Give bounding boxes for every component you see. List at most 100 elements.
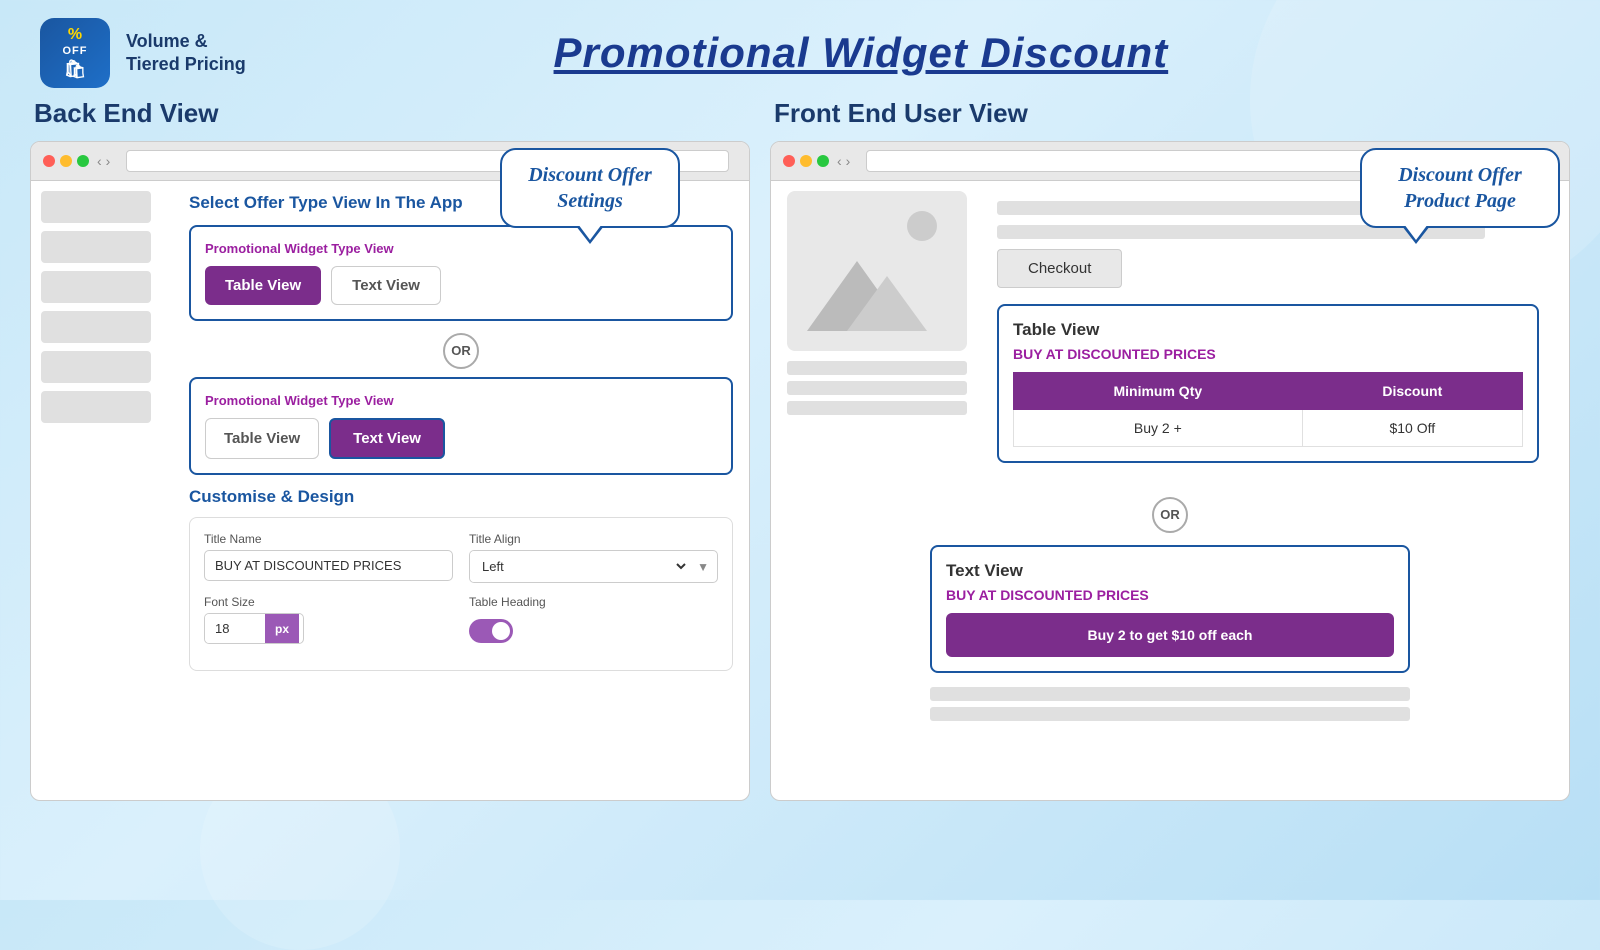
product-line-3 — [787, 401, 967, 415]
checkout-button[interactable]: Checkout — [997, 249, 1122, 288]
main-content: Back End View Discount Offer Settings ‹ … — [0, 88, 1600, 888]
product-line-2 — [787, 381, 967, 395]
px-badge: px — [265, 614, 299, 643]
page-title: Promotional Widget Discount — [262, 29, 1460, 77]
or-circle-2: OR — [1152, 497, 1188, 533]
frontend-main-content: Checkout Table View BUY AT DISCOUNTED PR… — [771, 181, 1569, 737]
logo-off-text: OFF — [63, 45, 88, 57]
nav-forward-icon[interactable]: › — [106, 153, 111, 169]
backend-browser-window: ‹ › Select Offer Type View In The A — [30, 141, 750, 801]
title-align-select-wrap: Left Center Right ▼ — [469, 550, 718, 583]
text-view-widget: Text View BUY AT DISCOUNTED PRICES Buy 2… — [930, 545, 1410, 673]
table-heading-label: Table Heading — [469, 595, 718, 609]
font-size-label: Font Size — [204, 595, 453, 609]
browser-dots — [43, 155, 89, 167]
browser-nav[interactable]: ‹ › — [97, 153, 110, 169]
sidebar-item-5 — [41, 351, 151, 383]
dot-green — [77, 155, 89, 167]
mountain-icon-2 — [847, 276, 927, 331]
select-arrow-icon: ▼ — [689, 560, 717, 574]
bottom-line-2 — [930, 707, 1410, 721]
frontend-top-section: Checkout Table View BUY AT DISCOUNTED PR… — [787, 191, 1553, 485]
widget-type-box-1: Promotional Widget Type View Table View … — [189, 225, 733, 321]
title-align-select[interactable]: Left Center Right — [470, 551, 689, 582]
bottom-line-1 — [930, 687, 1410, 701]
sidebar-item-3 — [41, 271, 151, 303]
customize-title: Customise & Design — [189, 487, 733, 507]
font-size-input-wrap: px — [204, 613, 304, 644]
widget-type-label-1: Promotional Widget Type View — [205, 241, 717, 256]
table-view-widget-title: Table View — [1013, 320, 1523, 340]
discount-offer-product-callout: Discount Offer Product Page — [1360, 148, 1560, 228]
fe-dot-red — [783, 155, 795, 167]
form-row-1: Title Name Title Align Left Center Right — [204, 532, 718, 583]
table-view-button-2[interactable]: Table View — [205, 418, 319, 459]
fe-browser-nav[interactable]: ‹ › — [837, 153, 850, 169]
sidebar-item-6 — [41, 391, 151, 423]
product-line-1 — [787, 361, 967, 375]
frontend-browser-window: ‹ › — [770, 141, 1570, 801]
backend-panel-content: Select Offer Type View In The App Promot… — [31, 181, 749, 799]
product-image-placeholder — [787, 191, 967, 351]
fe-dot-green — [817, 155, 829, 167]
toggle-wrap[interactable] — [469, 613, 718, 643]
text-view-offer-button[interactable]: Buy 2 to get $10 off each — [946, 613, 1394, 657]
frontend-browser-dots — [783, 155, 829, 167]
font-size-group: Font Size px — [204, 595, 453, 644]
logo-percent-icon: % — [68, 27, 82, 43]
text-view-widget-subtitle: BUY AT DISCOUNTED PRICES — [946, 587, 1394, 603]
table-row-1: Buy 2 + $10 Off — [1014, 410, 1523, 447]
or-circle-1: OR — [443, 333, 479, 369]
nav-back-icon[interactable]: ‹ — [97, 153, 102, 169]
table-col2-header: Discount — [1302, 373, 1522, 410]
or-divider-1: OR — [189, 333, 733, 369]
backend-main-area: Select Offer Type View In The App Promot… — [173, 181, 749, 799]
title-name-input[interactable] — [204, 550, 453, 581]
or-divider-2: OR — [787, 497, 1553, 533]
fe-dot-yellow — [800, 155, 812, 167]
title-align-group: Title Align Left Center Right ▼ — [469, 532, 718, 583]
backend-sidebar — [31, 181, 161, 799]
view-buttons-2: Table View Text View — [205, 418, 717, 459]
logo-bag-icon: 🛍 — [64, 59, 87, 80]
table-view-widget: Table View BUY AT DISCOUNTED PRICES Mini… — [997, 304, 1539, 463]
dot-yellow — [60, 155, 72, 167]
table-heading-group: Table Heading — [469, 595, 718, 644]
fe-nav-back-icon[interactable]: ‹ — [837, 153, 842, 169]
widget-type-box-2: Promotional Widget Type View Table View … — [189, 377, 733, 475]
text-view-widget-title: Text View — [946, 561, 1394, 581]
header: % OFF 🛍 Volume & Tiered Pricing Promotio… — [0, 0, 1600, 88]
text-view-button-2[interactable]: Text View — [329, 418, 445, 459]
text-view-button-1[interactable]: Text View — [331, 266, 441, 305]
sidebar-item-1 — [41, 191, 151, 223]
table-row1-col2: $10 Off — [1302, 410, 1522, 447]
dot-red — [43, 155, 55, 167]
table-view-table: Minimum Qty Discount Buy 2 + $10 Off — [1013, 372, 1523, 447]
table-row1-col1: Buy 2 + — [1014, 410, 1303, 447]
app-logo: % OFF 🛍 — [40, 18, 110, 88]
sidebar-item-4 — [41, 311, 151, 343]
product-image-area — [787, 191, 967, 485]
frontend-section-title: Front End User View — [770, 98, 1570, 129]
sun-icon — [907, 211, 937, 241]
app-title: Volume & Tiered Pricing — [126, 30, 246, 77]
sidebar-item-2 — [41, 231, 151, 263]
font-size-input[interactable] — [205, 614, 265, 643]
backend-section: Back End View Discount Offer Settings ‹ … — [30, 98, 750, 888]
product-info-area: Checkout Table View BUY AT DISCOUNTED PR… — [983, 191, 1553, 485]
view-buttons-1: Table View Text View — [205, 266, 717, 305]
title-name-group: Title Name — [204, 532, 453, 583]
fe-nav-forward-icon[interactable]: › — [846, 153, 851, 169]
table-view-button-1[interactable]: Table View — [205, 266, 321, 305]
table-col1-header: Minimum Qty — [1014, 373, 1303, 410]
title-name-label: Title Name — [204, 532, 453, 546]
table-heading-toggle[interactable] — [469, 619, 513, 643]
toggle-knob — [492, 622, 510, 640]
form-row-2: Font Size px Table Heading — [204, 595, 718, 644]
frontend-section: Front End User View Discount Offer Produ… — [770, 98, 1570, 888]
widget-type-label-2: Promotional Widget Type View — [205, 393, 717, 408]
discount-offer-settings-callout: Discount Offer Settings — [500, 148, 680, 228]
customize-box: Title Name Title Align Left Center Right — [189, 517, 733, 671]
table-view-widget-subtitle: BUY AT DISCOUNTED PRICES — [1013, 346, 1523, 362]
backend-section-title: Back End View — [30, 98, 750, 129]
